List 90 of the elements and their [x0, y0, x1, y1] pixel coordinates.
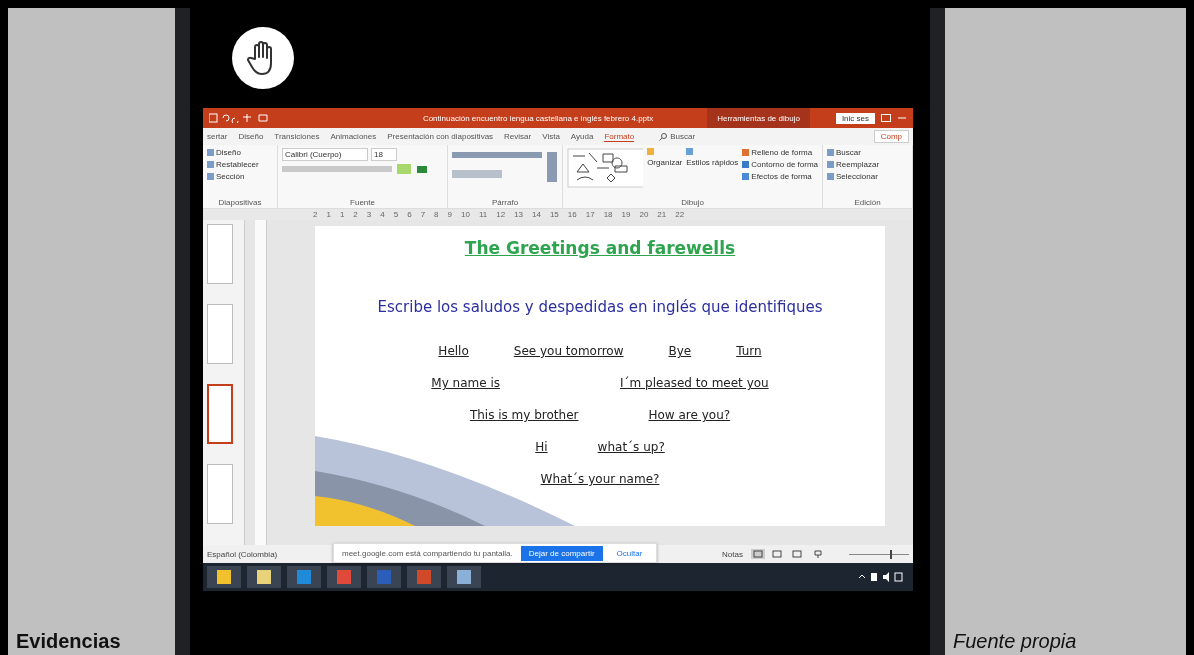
slide-thumbnail[interactable] — [207, 384, 233, 444]
ruler-number: 8 — [434, 210, 439, 219]
taskbar-app-icon[interactable] — [207, 566, 241, 588]
ribbon-tab[interactable]: sertar — [207, 132, 228, 141]
taskbar-app-icon[interactable] — [247, 566, 281, 588]
greeting-phrase: what´s up? — [597, 440, 665, 454]
ruler-number: 12 — [496, 210, 506, 219]
ruler-number: 5 — [393, 210, 399, 219]
greeting-phrase: Turn — [736, 344, 762, 358]
font-size-field[interactable]: 18 — [371, 148, 397, 161]
ribbon-tab[interactable]: Revisar — [504, 132, 532, 141]
context-tab-label: Herramientas de dibujo — [707, 108, 810, 128]
ribbon-item[interactable]: Sección — [207, 172, 259, 181]
search-icon — [659, 132, 668, 141]
share-button[interactable]: Comp — [873, 130, 909, 143]
ruler-number: 2 — [313, 210, 318, 219]
ribbon-group-label: Edición — [853, 198, 882, 207]
slide-title: The Greetings and farewells — [464, 238, 736, 258]
ribbon-item[interactable]: Seleccionar — [827, 172, 880, 181]
window-title: Continuación encuentro lengua castellana e inglés febrero 4.pptx — [421, 113, 655, 123]
greeting-phrase: My name is — [431, 376, 500, 390]
arrange-button[interactable]: Organizar — [647, 158, 683, 167]
ruler-number: 1 — [339, 210, 345, 219]
ruler-number: 17 — [585, 210, 595, 219]
slide-thumbnail[interactable] — [207, 304, 233, 364]
taskbar-app-icon[interactable] — [447, 566, 481, 588]
slide-thumbnail[interactable] — [207, 224, 233, 284]
language-status: Español (Colombia) — [207, 549, 278, 559]
ribbon-tab[interactable]: Formato — [604, 131, 635, 142]
ribbon-display-icon[interactable] — [881, 114, 891, 122]
hide-button[interactable]: Ocultar — [610, 547, 649, 559]
ribbon-tab[interactable]: Animaciones — [330, 132, 377, 141]
sign-in-button[interactable]: Inic ses — [835, 112, 875, 124]
shape-format-item[interactable]: Relleno de forma — [742, 148, 818, 157]
slide-instruction: Escribe los saludos y despedidas en inglés que identifiques — [377, 298, 823, 316]
ruler-number: 10 — [461, 210, 470, 219]
ruler-number: 3 — [366, 210, 372, 219]
notes-button[interactable]: Notas — [722, 549, 743, 559]
ruler-number: 2 — [353, 210, 358, 219]
greeting-phrase: Hi — [535, 440, 548, 454]
share-message: meet.google.com está compartiendo tu pantalla. — [342, 548, 513, 558]
greeting-phrase: See you tomorrow — [513, 344, 624, 358]
ribbon-tab[interactable]: Ayuda — [570, 132, 594, 141]
minimize-icon[interactable] — [897, 114, 907, 122]
ruler-number: 7 — [420, 210, 426, 219]
greeting-phrase: What´s your name? — [540, 472, 660, 486]
font-name-field[interactable]: Calibri (Cuerpo) — [282, 148, 368, 161]
ruler-number: 20 — [639, 210, 649, 219]
greeting-phrase: Bye — [668, 344, 692, 358]
ribbon-item[interactable]: Buscar — [827, 148, 880, 157]
ribbon-group-label: Párrafo — [490, 198, 520, 207]
ribbon-group-label: Diapositivas — [217, 198, 263, 207]
zoom-slider-thumb[interactable] — [889, 549, 892, 559]
ribbon-group-label: Fuente — [349, 198, 376, 207]
ruler-number: 9 — [447, 210, 452, 219]
shape-format-item[interactable]: Contorno de forma — [742, 160, 818, 169]
ribbon-item[interactable]: Restablecer — [207, 160, 259, 169]
system-tray-icons[interactable] — [857, 572, 903, 582]
ribbon-tab[interactable]: Transiciones — [274, 132, 320, 141]
ribbon-tab[interactable]: Presentación con diapositivas — [387, 132, 494, 141]
ruler-number: 16 — [567, 210, 577, 219]
taskbar-app-icon[interactable] — [287, 566, 321, 588]
shapes-gallery-icon[interactable] — [567, 148, 644, 188]
ruler-number: 15 — [549, 210, 559, 219]
quick-styles-button[interactable]: Estilos rápidos — [686, 158, 739, 167]
ruler-number: 18 — [603, 210, 613, 219]
ruler-number: 19 — [621, 210, 631, 219]
ribbon-item[interactable]: Reemplazar — [827, 160, 880, 169]
ribbon-group-label: Dibujo — [680, 198, 705, 207]
ribbon-item[interactable]: Diseño — [207, 148, 259, 157]
ruler-number: 1 — [326, 210, 331, 219]
ruler-number: 22 — [675, 210, 685, 219]
ribbon-tab[interactable]: Diseño — [238, 132, 264, 141]
ruler-number: 21 — [657, 210, 667, 219]
stop-sharing-button[interactable]: Dejar de compartir — [520, 545, 603, 561]
greeting-phrase: How are you? — [648, 408, 731, 422]
greeting-phrase: Hello — [438, 344, 469, 358]
ruler-number: 11 — [478, 210, 488, 219]
ruler-number: 6 — [407, 210, 412, 219]
greeting-phrase: I´m pleased to meet you — [620, 376, 769, 390]
greeting-phrase: This is my brother — [469, 408, 579, 422]
source-caption: Fuente propia — [953, 630, 1077, 653]
slide-thumbnail[interactable] — [207, 464, 233, 524]
ribbon-tab[interactable]: Vista — [542, 132, 560, 141]
search-field[interactable]: Buscar — [659, 132, 696, 141]
shape-format-item[interactable]: Efectos de forma — [742, 172, 818, 181]
ruler-number: 13 — [514, 210, 523, 219]
ruler-number: 4 — [380, 210, 385, 219]
ruler-number: 14 — [532, 210, 541, 219]
evidence-label: Evidencias — [16, 630, 121, 653]
